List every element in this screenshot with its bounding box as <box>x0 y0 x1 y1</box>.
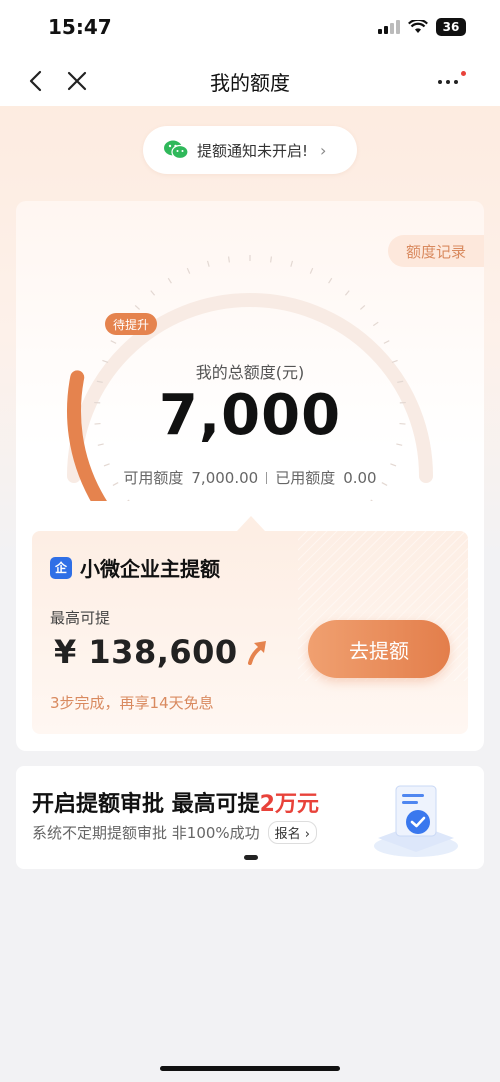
promo-pointer <box>237 516 265 531</box>
banner-title-highlight: 2万元 <box>259 792 319 817</box>
wechat-icon <box>164 140 189 160</box>
gauge-tick <box>344 290 350 296</box>
raise-limit-button[interactable]: 去提额 <box>308 620 450 678</box>
up-arrow-icon <box>247 641 266 665</box>
limit-breakdown: 可用额度 7,000.00 已用额度 0.00 <box>16 467 484 488</box>
gauge-tick <box>370 499 376 505</box>
gauge-tick <box>150 290 156 296</box>
gauge-tick <box>110 340 117 344</box>
chevron-right-icon: › <box>320 140 327 160</box>
approval-document-icon <box>374 785 458 857</box>
max-raise-value: ¥ 138,600 <box>54 633 238 671</box>
notification-dot <box>461 71 466 76</box>
available-limit-value: 7,000.00 <box>191 468 259 487</box>
banner-subtitle-row: 系统不定期提额审批 非100%成功 报名 › <box>32 821 318 844</box>
nav-bar: 我的额度 <box>0 56 500 106</box>
gauge-tick <box>328 277 333 284</box>
gauge-tick <box>206 260 210 267</box>
banner-title-text: 开启提额审批 最高可提 <box>32 792 260 817</box>
gauge-tick <box>270 256 273 263</box>
gauge-tick <box>309 267 314 274</box>
max-raise-amount: ¥ 138,600 <box>54 633 270 671</box>
banner-subtitle: 系统不定期提额审批 非100%成功 <box>32 824 260 842</box>
used-limit-label: 已用额度 <box>275 469 336 487</box>
signup-label: 报名 <box>274 827 301 842</box>
status-time: 15:47 <box>48 15 112 39</box>
page-title: 我的额度 <box>210 71 290 95</box>
signup-button[interactable]: 报名 › <box>267 821 318 844</box>
available-limit-label: 可用额度 <box>123 469 184 487</box>
gauge-tick <box>372 321 379 327</box>
limit-gauge: 待提升 我的总额度(元) 7,000 可用额度 7,000.00 已用额度 0.… <box>16 221 484 582</box>
used-limit-value: 0.00 <box>343 468 377 487</box>
divider <box>266 471 268 484</box>
carousel-indicator <box>244 855 258 860</box>
status-bar: 15:47 36 <box>0 0 500 56</box>
enterprise-icon: 企 <box>50 556 72 579</box>
notification-settings-pill[interactable]: 提额通知未开启! › <box>143 126 357 174</box>
status-icons: 36 <box>378 18 466 36</box>
promo-card: 企 小微企业主提额 最高可提 ¥ 138,600 3步完成，再享14天免息 去提… <box>32 531 468 734</box>
promo-title: 小微企业主提额 <box>80 557 220 581</box>
gauge-tick <box>390 463 397 467</box>
approval-banner[interactable]: 开启提额审批 最高可提2万元 系统不定期提额审批 非100%成功 报名 › <box>16 766 484 869</box>
total-limit-value: 7,000 <box>158 383 342 448</box>
more-icon <box>438 80 458 84</box>
battery-icon: 36 <box>436 18 466 36</box>
more-menu-button[interactable] <box>434 70 468 92</box>
gauge-tick <box>124 499 130 505</box>
wifi-icon <box>408 20 428 33</box>
gauge-tick <box>290 260 294 267</box>
pending-increase-badge: 待提升 <box>105 313 157 335</box>
banner-title: 开启提额审批 最高可提2万元 <box>32 786 319 818</box>
promo-note: 3步完成，再享14天免息 <box>50 694 214 712</box>
credit-limit-card: 额度记录 待提升 我的总额度(元) 7,000 可用额度 7,000.00 已用… <box>16 201 484 751</box>
home-indicator <box>160 1066 340 1071</box>
gauge-tick <box>383 340 390 344</box>
gauge-tick <box>227 256 230 263</box>
promo-header: 企 小微企业主提额 <box>50 553 220 582</box>
gauge-tick <box>186 267 191 274</box>
gauge-tick <box>103 463 110 467</box>
notification-text: 提额通知未开启! <box>197 141 309 160</box>
gauge-tick <box>360 304 366 310</box>
gauge-tick <box>134 304 140 310</box>
total-limit-label: 我的总额度(元) <box>195 363 305 382</box>
signal-icon <box>378 20 400 34</box>
max-raise-label: 最高可提 <box>50 609 111 627</box>
gauge-tick <box>167 277 172 284</box>
